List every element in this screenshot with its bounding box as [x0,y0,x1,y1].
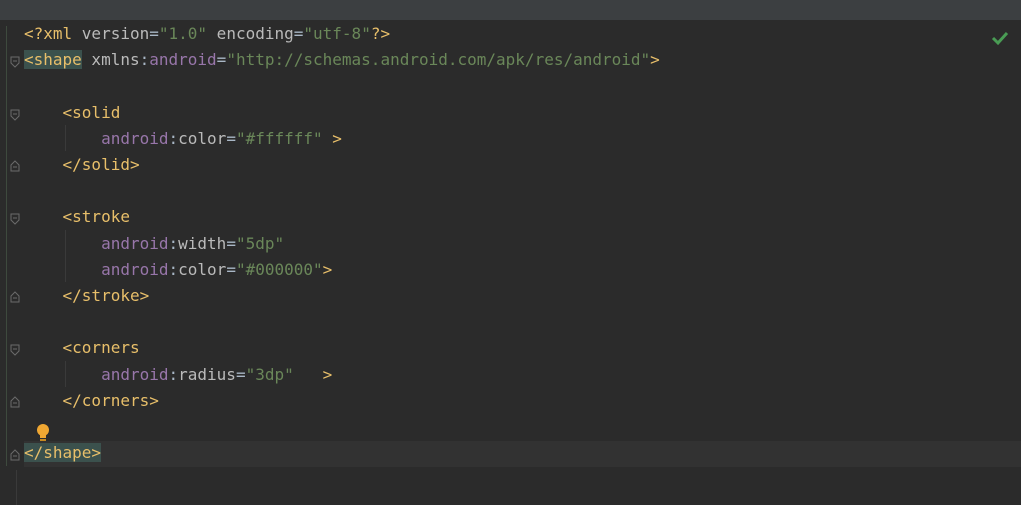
fold-close-icon[interactable] [10,448,20,461]
code-line[interactable]: </stroke> [24,283,150,309]
code-token: </corners> [62,390,159,410]
fold-open-icon[interactable] [10,109,20,122]
code-token: = [226,259,236,279]
code-token: "1.0" [158,24,208,43]
code-token: width [178,233,227,253]
current-line-highlight [24,441,1021,467]
code-editor[interactable]: <?xml version="1.0" encoding="utf-8"?> <s… [24,21,1021,505]
code-token: xml [43,24,82,43]
editor-gutter[interactable] [0,20,24,505]
code-token: > [322,259,333,279]
code-token: encoding [207,24,294,43]
code-token: android [101,259,169,279]
code-token: : [139,50,150,70]
code-token: android [149,50,217,70]
code-token: > [293,364,333,384]
code-token: = [235,364,246,384]
code-token: = [149,24,159,43]
code-token: <stroke [62,207,130,227]
checkmark-icon[interactable] [990,28,1010,48]
code-token: version [81,24,150,43]
code-token: ?> [370,24,391,43]
lightbulb-icon[interactable] [34,423,52,443]
code-token: android [101,364,169,384]
code-token: "http://schemas.android.com/apk/res/andr… [226,50,651,70]
code-line[interactable]: android:color="#ffffff" > [24,126,342,152]
code-token: : [168,128,179,148]
code-token: : [168,259,179,279]
code-token: android [101,233,169,253]
code-token: = [226,128,236,148]
code-line[interactable]: <corners [24,335,140,361]
fold-close-icon[interactable] [10,290,20,303]
code-line[interactable]: android:color="#000000"> [24,257,332,283]
code-line[interactable]: </solid> [24,152,140,178]
fold-close-icon[interactable] [10,395,20,408]
code-line[interactable]: </corners> [24,388,159,414]
code-line[interactable]: android:radius="3dp" > [24,362,332,388]
code-token: : [168,233,179,253]
code-token: "5dp" [235,233,285,253]
gutter-divider [16,470,17,505]
code-token: color [178,128,227,148]
fold-open-icon[interactable] [10,56,20,69]
code-token: color [178,259,227,279]
fold-open-icon[interactable] [10,344,20,357]
code-line[interactable]: <solid [24,100,121,126]
code-line[interactable]: <stroke [24,204,130,230]
code-token: > [650,50,660,70]
code-token: <? [24,24,44,43]
code-token: </stroke> [62,286,150,305]
code-token: xmlns [81,50,140,70]
fold-open-icon[interactable] [10,213,20,226]
code-token: : [168,364,179,384]
code-token: > [322,128,342,148]
code-token: </shape> [24,443,102,463]
code-line[interactable]: android:width="5dp" [24,231,284,257]
code-token: <shape [24,50,82,70]
code-token: "3dp" [245,364,294,384]
code-token: </solid> [62,155,140,174]
code-token: <corners [62,338,140,358]
code-token: "#ffffff" [235,128,323,148]
code-line[interactable]: <shape xmlns:android="http://schemas.and… [24,47,660,73]
code-token: radius [178,364,236,384]
gutter-marker-line [6,26,7,466]
code-token: "#000000" [235,259,323,279]
code-token: <solid [62,102,121,122]
code-token: = [226,233,236,253]
code-token: = [293,24,304,43]
code-line[interactable]: </shape> [24,440,102,466]
code-line[interactable]: <?xml version="1.0" encoding="utf-8"?> [24,21,390,47]
code-token: android [101,128,169,148]
code-token: = [216,50,227,70]
editor-tab-bar [0,0,1021,20]
code-token: "utf-8" [303,24,371,43]
fold-close-icon[interactable] [10,159,20,172]
